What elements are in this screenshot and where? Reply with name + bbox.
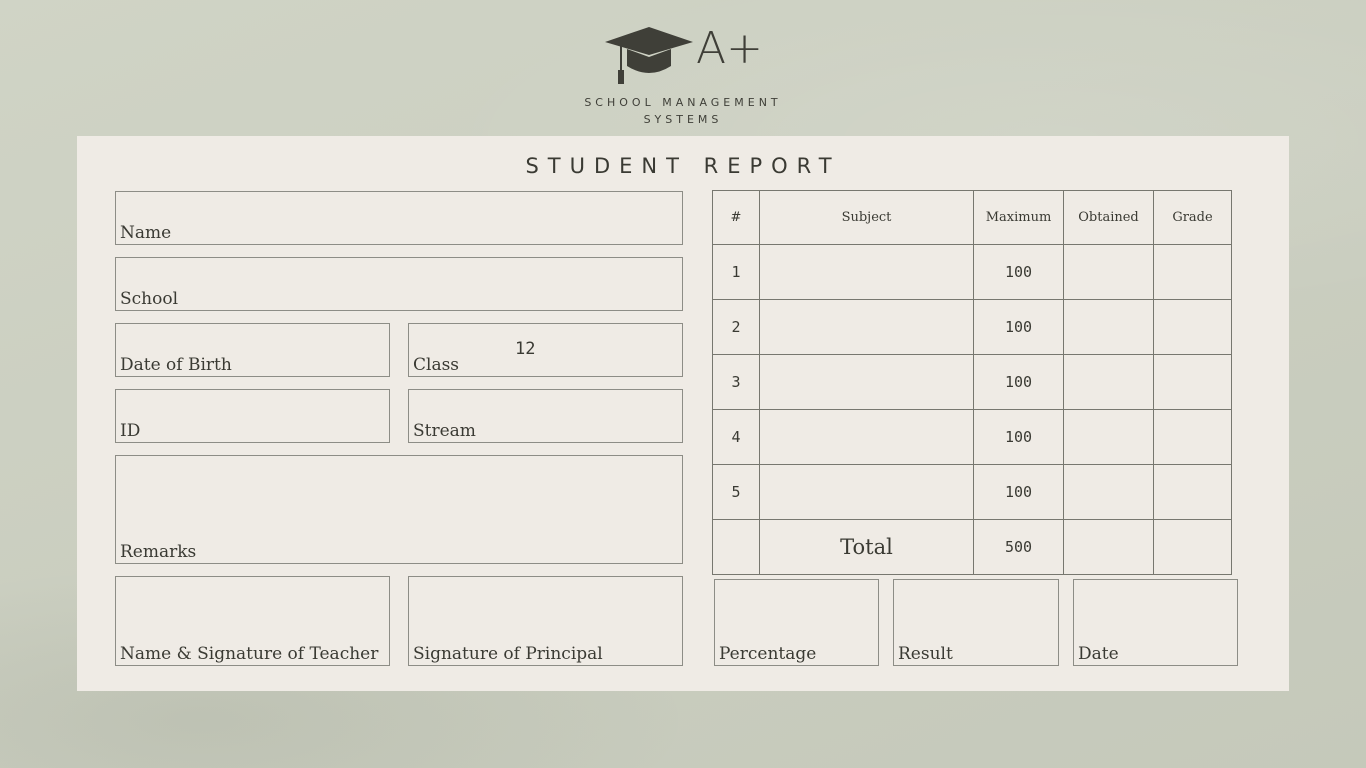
row-number: 5 bbox=[712, 464, 760, 520]
graduation-cap-icon bbox=[605, 27, 693, 84]
row-number: 2 bbox=[712, 299, 760, 355]
logo-company-name: SCHOOL MANAGEMENT SYSTEMS bbox=[533, 94, 833, 128]
class-field[interactable]: Class 12 bbox=[408, 323, 683, 377]
name-label: Name bbox=[120, 223, 172, 243]
obtained-cell[interactable] bbox=[1063, 299, 1154, 355]
grade-cell[interactable] bbox=[1153, 409, 1232, 465]
school-label: School bbox=[120, 289, 179, 309]
header-number: # bbox=[712, 190, 760, 245]
maximum-cell: 100 bbox=[973, 354, 1064, 410]
table-row: 3 100 bbox=[712, 354, 1232, 410]
grade-cell[interactable] bbox=[1153, 299, 1232, 355]
class-value: 12 bbox=[515, 339, 536, 359]
stream-label: Stream bbox=[413, 421, 476, 441]
id-field[interactable]: ID bbox=[115, 389, 390, 443]
total-row: Total 500 bbox=[712, 519, 1232, 575]
date-of-birth-label: Date of Birth bbox=[120, 355, 232, 375]
marks-table: # Subject Maximum Obtained Grade 1 100 2… bbox=[712, 190, 1232, 575]
date-field[interactable]: Date bbox=[1073, 579, 1238, 666]
obtained-cell[interactable] bbox=[1063, 354, 1154, 410]
subject-cell[interactable] bbox=[759, 464, 974, 520]
subject-cell[interactable] bbox=[759, 354, 974, 410]
date-of-birth-field[interactable]: Date of Birth bbox=[115, 323, 390, 377]
table-row: 5 100 bbox=[712, 464, 1232, 520]
student-report-card: STUDENT REPORT Name School Date of Birth… bbox=[77, 136, 1289, 691]
result-label: Result bbox=[898, 644, 953, 664]
class-label: Class bbox=[413, 355, 460, 375]
brand-logo: A+ SCHOOL MANAGEMENT SYSTEMS bbox=[0, 22, 1366, 132]
obtained-cell[interactable] bbox=[1063, 244, 1154, 300]
table-row: 1 100 bbox=[712, 244, 1232, 300]
school-field[interactable]: School bbox=[115, 257, 683, 311]
remarks-label: Remarks bbox=[120, 542, 197, 562]
obtained-cell[interactable] bbox=[1063, 409, 1154, 465]
total-number-cell bbox=[712, 519, 760, 575]
result-field[interactable]: Result bbox=[893, 579, 1059, 666]
header-subject: Subject bbox=[759, 190, 974, 245]
teacher-signature-label: Name & Signature of Teacher bbox=[120, 644, 379, 664]
subject-cell[interactable] bbox=[759, 244, 974, 300]
stream-field[interactable]: Stream bbox=[408, 389, 683, 443]
principal-signature-label: Signature of Principal bbox=[413, 644, 603, 664]
maximum-cell: 100 bbox=[973, 244, 1064, 300]
table-header-row: # Subject Maximum Obtained Grade bbox=[712, 190, 1232, 245]
total-label: Total bbox=[759, 519, 974, 575]
header-grade: Grade bbox=[1153, 190, 1232, 245]
row-number: 1 bbox=[712, 244, 760, 300]
subject-cell[interactable] bbox=[759, 409, 974, 465]
subject-cell[interactable] bbox=[759, 299, 974, 355]
remarks-field[interactable]: Remarks bbox=[115, 455, 683, 564]
maximum-cell: 100 bbox=[973, 409, 1064, 465]
logo-line-1: SCHOOL MANAGEMENT bbox=[584, 96, 782, 109]
total-maximum-cell: 500 bbox=[973, 519, 1064, 575]
grade-cell[interactable] bbox=[1153, 244, 1232, 300]
obtained-cell[interactable] bbox=[1063, 464, 1154, 520]
logo-grade-text: A+ bbox=[696, 23, 763, 74]
header-maximum: Maximum bbox=[973, 190, 1064, 245]
date-label: Date bbox=[1078, 644, 1119, 664]
teacher-signature-field[interactable]: Name & Signature of Teacher bbox=[115, 576, 390, 666]
logo-line-2: SYSTEMS bbox=[643, 113, 723, 126]
percentage-field[interactable]: Percentage bbox=[714, 579, 879, 666]
name-field[interactable]: Name bbox=[115, 191, 683, 245]
grade-cell[interactable] bbox=[1153, 354, 1232, 410]
total-grade-cell[interactable] bbox=[1153, 519, 1232, 575]
total-obtained-cell[interactable] bbox=[1063, 519, 1154, 575]
header-obtained: Obtained bbox=[1063, 190, 1154, 245]
percentage-label: Percentage bbox=[719, 644, 817, 664]
report-title: STUDENT REPORT bbox=[525, 154, 841, 178]
grade-cell[interactable] bbox=[1153, 464, 1232, 520]
maximum-cell: 100 bbox=[973, 299, 1064, 355]
principal-signature-field[interactable]: Signature of Principal bbox=[408, 576, 683, 666]
row-number: 4 bbox=[712, 409, 760, 465]
maximum-cell: 100 bbox=[973, 464, 1064, 520]
table-row: 4 100 bbox=[712, 409, 1232, 465]
table-row: 2 100 bbox=[712, 299, 1232, 355]
row-number: 3 bbox=[712, 354, 760, 410]
id-label: ID bbox=[120, 421, 141, 441]
